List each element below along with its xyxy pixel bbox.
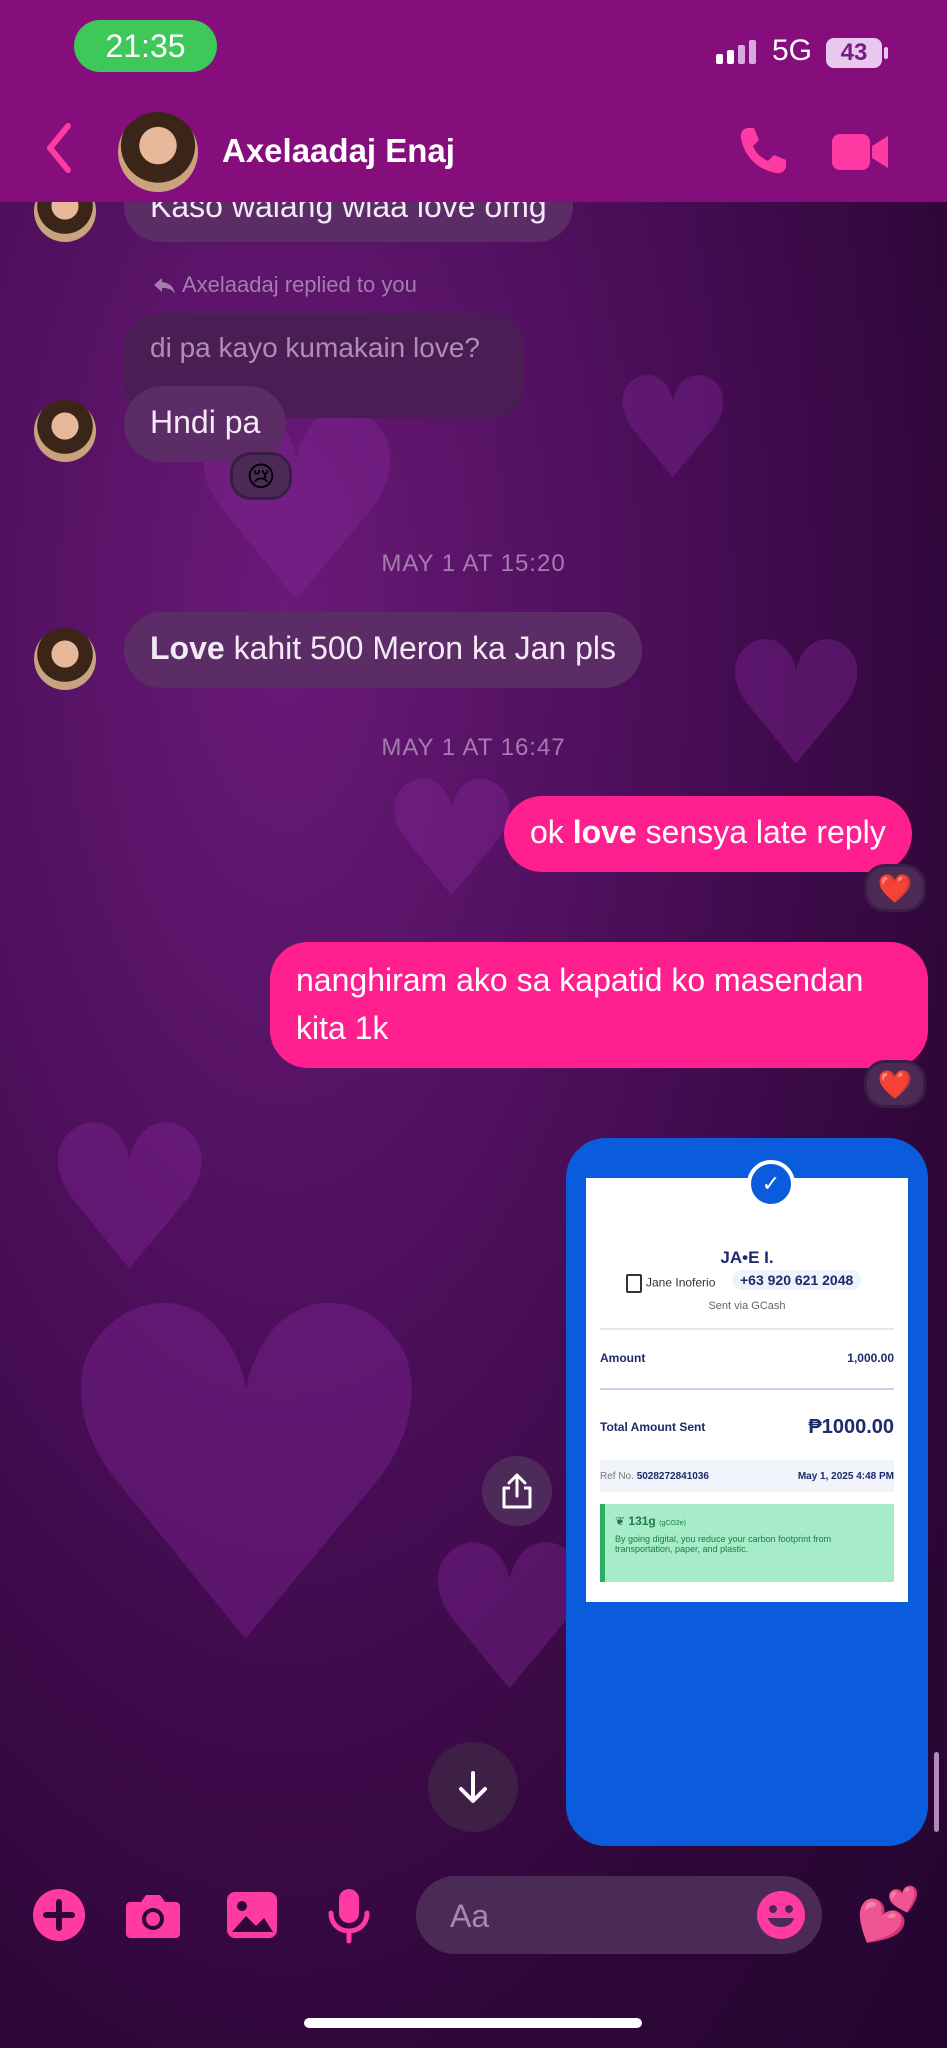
timestamp: MAY 1 AT 15:20: [381, 550, 566, 577]
message-text: kita 1k: [296, 1010, 389, 1046]
message-bubble[interactable]: Hndi pa: [124, 386, 287, 462]
message-bubble[interactable]: Love kahit 500 Meron ka Jan pls: [124, 612, 643, 688]
amount-row: Amount 1,000.00: [600, 1328, 894, 1388]
eco-unit: (gCO2e): [659, 1520, 686, 1527]
home-indicator: [304, 2018, 642, 2028]
microphone-icon[interactable]: [320, 1886, 378, 1944]
divider: [600, 1388, 894, 1390]
eco-value: 131g: [628, 1514, 656, 1528]
reaction-badge[interactable]: ❤️: [864, 1060, 926, 1108]
ref-label: Ref No.: [600, 1470, 634, 1482]
scrollbar[interactable]: [934, 1752, 939, 1832]
total-value: ₱1000.00: [808, 1415, 894, 1438]
phone-call-icon[interactable]: [736, 124, 790, 178]
eco-text: By going digital, you reduce your carbon…: [615, 1534, 832, 1554]
receipt-torn-edge: [586, 1602, 908, 1614]
avatar[interactable]: [34, 400, 96, 462]
message-bubble[interactable]: nanghiram ako sa kapatid ko masendan kit…: [270, 942, 928, 1068]
receipt-image-message[interactable]: ✓ JA•E I. Jane Inoferio +63 920 621 2048…: [566, 1138, 928, 1846]
timestamp: MAY 1 AT 16:47: [381, 734, 566, 761]
reaction-badge[interactable]: 😢: [230, 452, 292, 500]
bg-heart: ♥: [720, 606, 873, 804]
message-composer[interactable]: [416, 1876, 822, 1956]
heart-emoji-icon: ❤️: [877, 871, 913, 905]
status-bar: 21:35 5G 43: [0, 0, 947, 100]
reply-indicator: Axelaadaj replied to you: [152, 272, 417, 298]
eco-banner: ❦ 131g (gCO2e) By going digital, you red…: [600, 1504, 894, 1582]
chevron-left-icon: [47, 123, 71, 173]
status-time: 21:35: [74, 20, 217, 72]
bg-heart: ♥: [610, 348, 736, 511]
scroll-to-bottom-button[interactable]: [428, 1742, 518, 1832]
receipt-recipient-name: Jane Inoferio: [626, 1274, 715, 1293]
quoted-text: di pa kayo kumakain love?: [150, 332, 480, 363]
chat-screen: { "status_bar": {"time":"21:35","network…: [0, 0, 947, 2048]
total-row: Total Amount Sent ₱1000.00: [600, 1396, 894, 1458]
ref-number: Ref No. 5028272841036: [600, 1471, 709, 1482]
contact-avatar[interactable]: [118, 112, 198, 192]
message-text: sensya late reply: [636, 814, 886, 850]
check-icon: ✓: [747, 1160, 795, 1208]
share-button[interactable]: [482, 1456, 552, 1526]
share-icon: [502, 1473, 532, 1509]
message-bubble[interactable]: ok love sensya late reply: [504, 796, 912, 872]
avatar[interactable]: [34, 628, 96, 690]
camera-icon[interactable]: [124, 1886, 182, 1944]
battery-tip: [884, 47, 888, 59]
video-call-icon[interactable]: [830, 130, 890, 174]
contact-card-icon: [626, 1274, 642, 1293]
bg-heart: ♥: [40, 1212, 453, 1747]
heart-emoji-icon: ❤️: [877, 1067, 913, 1101]
bg-heart: ♥: [380, 746, 524, 933]
receipt-date: May 1, 2025 4:48 PM: [797, 1470, 894, 1482]
message-text: kahit 500 Meron ka Jan pls: [224, 630, 617, 666]
back-button[interactable]: [40, 118, 80, 182]
receipt-phone: +63 920 621 2048: [732, 1270, 862, 1290]
leaf-icon: ❦: [615, 1514, 626, 1528]
hearts-reaction-icon[interactable]: 💕: [856, 1884, 921, 1948]
receipt-name-text: Jane Inoferio: [646, 1275, 716, 1290]
plus-icon[interactable]: [30, 1886, 88, 1944]
message-text: nanghiram ako sa kapatid ko masendan: [296, 962, 864, 998]
emoji-icon[interactable]: [756, 1890, 806, 1940]
reaction-badge[interactable]: ❤️: [864, 864, 926, 912]
ref-row: Ref No. 5028272841036 May 1, 2025 4:48 P…: [600, 1460, 894, 1492]
battery-level: 43: [840, 39, 868, 66]
reply-icon: [154, 278, 175, 295]
receipt-via: Sent via GCash: [708, 1300, 786, 1312]
network-label: 5G: [772, 34, 813, 67]
contact-name[interactable]: Axelaadaj Enaj: [222, 132, 455, 170]
amount-label: Amount: [600, 1351, 646, 1365]
receipt-recipient: JA•E I.: [720, 1248, 774, 1267]
total-label: Total Amount Sent: [600, 1420, 706, 1434]
message-text: Hndi pa: [150, 404, 261, 440]
crying-emoji-icon: 😢: [246, 459, 276, 493]
signal-icon: [716, 40, 756, 64]
amount-value: 1,000.00: [847, 1351, 894, 1365]
receipt-card: ✓ JA•E I. Jane Inoferio +63 920 621 2048…: [586, 1160, 908, 1602]
message-text-bold: love: [572, 814, 637, 850]
message-input[interactable]: [448, 1876, 732, 1956]
reply-label: Axelaadaj replied to you: [182, 272, 417, 297]
battery-icon: 43: [826, 38, 882, 68]
message-text-bold: Love: [150, 630, 225, 666]
arrow-down-icon: [459, 1771, 487, 1803]
gallery-icon[interactable]: [224, 1886, 282, 1944]
message-text: ok: [530, 814, 573, 850]
ref-value: 5028272841036: [636, 1470, 709, 1482]
